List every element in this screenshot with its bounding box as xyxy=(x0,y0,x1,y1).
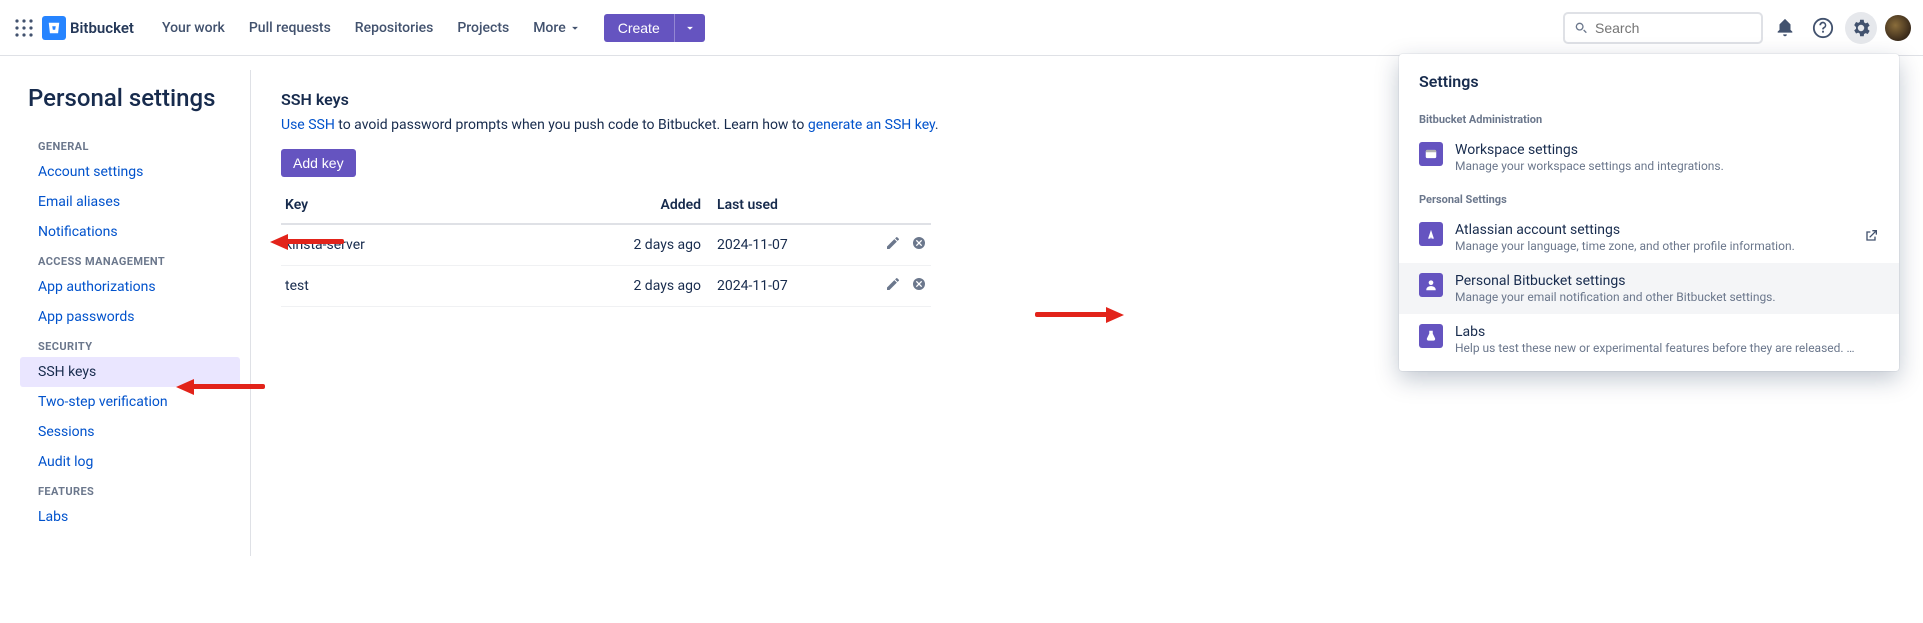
sidebar-heading: SECURITY xyxy=(20,332,240,357)
atlassian-icon xyxy=(1419,222,1443,246)
search-input[interactable] xyxy=(1595,20,1753,36)
cell-used: 2024-11-07 xyxy=(717,237,857,253)
sidebar-item-labs[interactable]: Labs xyxy=(20,502,240,532)
edit-icon[interactable] xyxy=(885,276,901,296)
dropdown-item-title: Labs xyxy=(1455,324,1879,340)
dropdown-item-personal-bitbucket-settings[interactable]: Personal Bitbucket settingsManage your e… xyxy=(1399,263,1899,314)
delete-icon[interactable] xyxy=(911,276,927,296)
dropdown-title: Settings xyxy=(1399,72,1899,103)
sidebar-heading: GENERAL xyxy=(20,132,240,157)
cell-key: test xyxy=(285,278,597,294)
help-icon[interactable] xyxy=(1807,12,1839,44)
labs-icon xyxy=(1419,324,1443,348)
settings-dropdown: Settings Bitbucket AdministrationWorkspa… xyxy=(1399,54,1899,371)
dropdown-item-desc: Manage your workspace settings and integ… xyxy=(1455,159,1879,173)
avatar[interactable] xyxy=(1885,15,1911,41)
sidebar-item-app-authorizations[interactable]: App authorizations xyxy=(20,272,240,302)
search-box[interactable] xyxy=(1563,12,1763,44)
dropdown-item-workspace-settings[interactable]: Workspace settingsManage your workspace … xyxy=(1399,132,1899,183)
intro-mid: to avoid password prompts when you push … xyxy=(335,117,808,133)
nav-repositories[interactable]: Repositories xyxy=(345,12,444,44)
sidebar: Personal settings GENERALAccount setting… xyxy=(0,56,250,556)
chevron-down-icon xyxy=(683,21,697,35)
dropdown-item-title: Atlassian account settings xyxy=(1455,222,1851,238)
nav-links: Your work Pull requests Repositories Pro… xyxy=(152,12,592,44)
nav-projects[interactable]: Projects xyxy=(447,12,519,44)
use-ssh-link[interactable]: Use SSH xyxy=(281,117,335,133)
chevron-down-icon xyxy=(568,21,582,35)
brand[interactable]: Bitbucket xyxy=(42,16,134,40)
create-dropdown-button[interactable] xyxy=(674,14,705,42)
workspace-icon xyxy=(1419,142,1443,166)
dropdown-item-title: Personal Bitbucket settings xyxy=(1455,273,1879,289)
search-icon xyxy=(1573,20,1589,36)
delete-icon[interactable] xyxy=(911,235,927,255)
generate-key-link[interactable]: generate an SSH key xyxy=(808,117,935,133)
cell-used: 2024-11-07 xyxy=(717,278,857,294)
dropdown-item-atlassian-account-settings[interactable]: Atlassian account settingsManage your la… xyxy=(1399,212,1899,263)
dropdown-heading: Bitbucket Administration xyxy=(1399,103,1899,132)
top-nav: Bitbucket Your work Pull requests Reposi… xyxy=(0,0,1923,56)
dropdown-item-desc: Manage your email notification and other… xyxy=(1455,290,1879,304)
edit-icon[interactable] xyxy=(885,235,901,255)
sidebar-item-email-aliases[interactable]: Email aliases xyxy=(20,187,240,217)
dropdown-item-labs[interactable]: LabsHelp us test these new or experiment… xyxy=(1399,314,1899,365)
sidebar-item-notifications[interactable]: Notifications xyxy=(20,217,240,247)
col-added: Added xyxy=(597,197,717,213)
app-switcher-icon[interactable] xyxy=(12,16,36,40)
bitbucket-logo-icon xyxy=(42,16,66,40)
nav-your-work[interactable]: Your work xyxy=(152,12,235,44)
intro-suffix: . xyxy=(935,117,939,133)
sidebar-heading: FEATURES xyxy=(20,477,240,502)
sidebar-item-two-step-verification[interactable]: Two-step verification xyxy=(20,387,240,417)
ssh-keys-table: Key Added Last used kinsta-server2 days … xyxy=(281,187,931,307)
page-title: Personal settings xyxy=(28,84,240,112)
cell-added: 2 days ago xyxy=(597,237,717,253)
sidebar-item-account-settings[interactable]: Account settings xyxy=(20,157,240,187)
dropdown-item-desc: Help us test these new or experimental f… xyxy=(1455,341,1879,355)
sidebar-item-sessions[interactable]: Sessions xyxy=(20,417,240,447)
col-used: Last used xyxy=(717,197,857,213)
dropdown-item-desc: Manage your language, time zone, and oth… xyxy=(1455,239,1851,253)
sidebar-heading: ACCESS MANAGEMENT xyxy=(20,247,240,272)
person-icon xyxy=(1419,273,1443,297)
nav-more-label: More xyxy=(533,20,566,36)
dropdown-item-title: Workspace settings xyxy=(1455,142,1879,158)
col-key: Key xyxy=(285,197,597,213)
cell-key: kinsta-server xyxy=(285,237,597,253)
cell-added: 2 days ago xyxy=(597,278,717,294)
nav-pull-requests[interactable]: Pull requests xyxy=(239,12,341,44)
sidebar-item-app-passwords[interactable]: App passwords xyxy=(20,302,240,332)
create-button-group: Create xyxy=(604,14,705,42)
table-row: kinsta-server2 days ago2024-11-07 xyxy=(281,225,931,266)
sidebar-item-ssh-keys[interactable]: SSH keys xyxy=(20,357,240,387)
add-key-button[interactable]: Add key xyxy=(281,149,356,177)
table-header: Key Added Last used xyxy=(281,187,931,225)
create-button[interactable]: Create xyxy=(604,14,674,42)
external-link-icon xyxy=(1863,228,1879,248)
nav-more[interactable]: More xyxy=(523,12,592,44)
sidebar-item-audit-log[interactable]: Audit log xyxy=(20,447,240,477)
table-row: test2 days ago2024-11-07 xyxy=(281,266,931,307)
brand-name: Bitbucket xyxy=(70,19,134,37)
dropdown-heading: Personal Settings xyxy=(1399,183,1899,212)
notifications-icon[interactable] xyxy=(1769,12,1801,44)
settings-icon[interactable] xyxy=(1845,12,1877,44)
